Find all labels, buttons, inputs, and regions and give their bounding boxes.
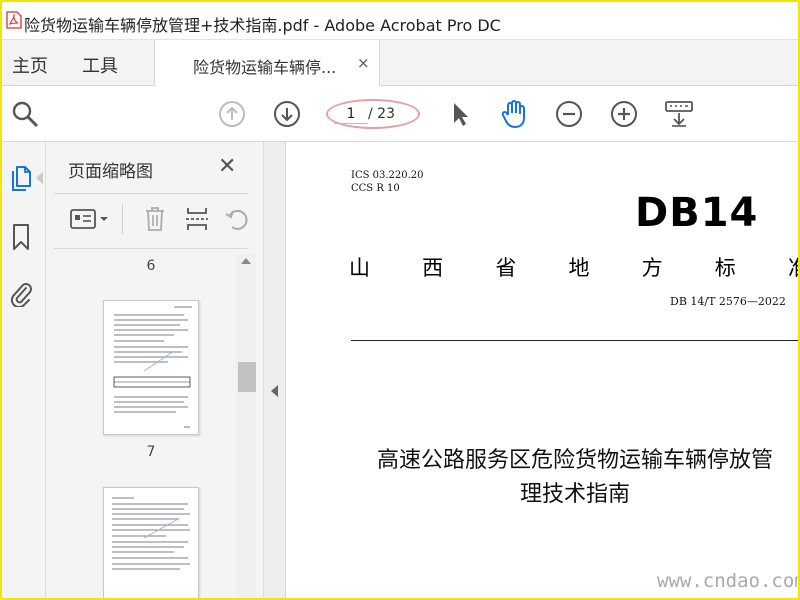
pages-icon bbox=[12, 166, 31, 191]
close-panel-button[interactable]: ✕ bbox=[218, 154, 236, 179]
delete-page-button[interactable] bbox=[140, 202, 170, 236]
db-logo: DB14 bbox=[635, 190, 759, 236]
thumbnail-options-button[interactable] bbox=[68, 202, 114, 236]
document-title: 高速公路服务区危险货物运输车辆停放管 理技术指南 bbox=[345, 444, 798, 512]
app-window: 险货物运输车辆停放管理+技术指南.pdf - Adobe Acrobat Pro… bbox=[0, 0, 800, 600]
next-page-button[interactable] bbox=[272, 99, 302, 129]
zoom-out-icon bbox=[556, 101, 582, 127]
search-button[interactable] bbox=[10, 99, 40, 129]
page-total: / 23 bbox=[368, 106, 395, 122]
tab-home[interactable]: 主页 bbox=[12, 52, 48, 78]
standard-type-char: 省 bbox=[495, 256, 517, 280]
standard-type: 山 西 省 地 方 标 准 bbox=[349, 252, 798, 282]
rotate-page-button[interactable] bbox=[222, 202, 252, 236]
document-tab-label: 险货物运输车辆停... bbox=[193, 58, 337, 77]
thumbnail-page-number: 7 bbox=[146, 444, 156, 460]
prev-page-icon bbox=[219, 101, 245, 127]
next-page-icon bbox=[274, 101, 300, 127]
hand-tool-button[interactable] bbox=[499, 99, 529, 129]
previous-page-button[interactable] bbox=[217, 99, 247, 129]
toolbar: / 23 bbox=[2, 86, 798, 142]
title-bar: 险货物运输车辆停放管理+技术指南.pdf - Adobe Acrobat Pro… bbox=[2, 2, 798, 40]
standard-number: DB 14/T 2576—2022 bbox=[670, 295, 786, 308]
standard-type-char: 方 bbox=[641, 256, 663, 280]
rotate-icon bbox=[225, 209, 248, 230]
thumbnail-page[interactable] bbox=[103, 487, 199, 598]
title-line: 高速公路服务区危险货物运输车辆停放管 bbox=[376, 448, 773, 473]
page-thumbnails-button[interactable] bbox=[8, 164, 34, 194]
tab-bar: 主页 工具 险货物运输车辆停... × bbox=[2, 40, 798, 86]
standard-type-char: 标 bbox=[714, 256, 736, 280]
extract-page-button[interactable] bbox=[182, 202, 212, 236]
scrollbar-thumb[interactable] bbox=[238, 362, 256, 392]
collapse-panel-icon[interactable] bbox=[271, 385, 278, 397]
zoom-in-button[interactable] bbox=[609, 99, 639, 129]
hand-tool-icon bbox=[501, 100, 525, 128]
standard-type-char: 地 bbox=[568, 256, 590, 280]
page-number-input[interactable] bbox=[334, 104, 368, 124]
panel-divider bbox=[54, 248, 248, 249]
panel-toolbar bbox=[46, 198, 264, 240]
watermark: www.cndao.com bbox=[657, 570, 800, 592]
thumbnail-page-number: 6 bbox=[146, 258, 156, 274]
select-arrow-icon bbox=[454, 103, 468, 126]
keyboard-tool-button[interactable] bbox=[662, 99, 696, 129]
standard-type-char: 山 bbox=[349, 256, 370, 280]
thumbnail-page[interactable] bbox=[103, 300, 199, 435]
attachments-button[interactable] bbox=[8, 278, 34, 308]
attachment-icon bbox=[10, 283, 32, 307]
active-panel-indicator bbox=[36, 172, 43, 184]
scroll-up-arrow-icon[interactable] bbox=[241, 258, 251, 264]
title-line: 理技术指南 bbox=[519, 482, 630, 507]
thumbnail-content bbox=[113, 306, 192, 428]
acrobat-logo-icon bbox=[6, 11, 22, 29]
panel-divider bbox=[54, 193, 248, 194]
thumbnails-panel: 页面缩略图 ✕ 6 7 bbox=[46, 142, 264, 598]
tab-document[interactable]: 险货物运输车辆停... × bbox=[154, 40, 380, 86]
trash-icon bbox=[146, 207, 164, 231]
thumbnail-scrollbar[interactable] bbox=[236, 254, 256, 598]
panel-collapse-strip[interactable] bbox=[264, 142, 286, 598]
search-icon bbox=[12, 101, 39, 128]
standard-type-char: 西 bbox=[422, 256, 444, 280]
ccs-code: CCS R 10 bbox=[351, 183, 400, 194]
header-rule bbox=[351, 340, 798, 341]
select-tool-button[interactable] bbox=[444, 99, 474, 129]
tab-tools[interactable]: 工具 bbox=[82, 52, 118, 78]
toolbar-separator bbox=[122, 204, 123, 234]
panel-title: 页面缩略图 bbox=[68, 162, 153, 182]
options-menu-icon bbox=[70, 209, 108, 229]
thumbnail-content bbox=[112, 497, 190, 570]
zoom-out-button[interactable] bbox=[554, 99, 584, 129]
keyboard-icon bbox=[665, 101, 693, 127]
window-title: 险货物运输车辆停放管理+技术指南.pdf - Adobe Acrobat Pro… bbox=[24, 16, 501, 35]
bookmarks-button[interactable] bbox=[8, 222, 34, 252]
navigation-rail bbox=[2, 142, 46, 598]
standard-type-char: 准 bbox=[788, 252, 798, 282]
ics-code: ICS 03.220.20 bbox=[351, 170, 424, 181]
zoom-in-icon bbox=[611, 101, 637, 127]
page-extract-icon bbox=[186, 208, 208, 230]
bookmark-icon bbox=[13, 224, 29, 250]
close-tab-button[interactable]: × bbox=[357, 54, 370, 72]
thumbnail-list: 6 7 bbox=[46, 250, 236, 598]
document-view[interactable]: ICS 03.220.20 CCS R 10 DB14 山 西 省 地 方 标 … bbox=[287, 142, 798, 598]
